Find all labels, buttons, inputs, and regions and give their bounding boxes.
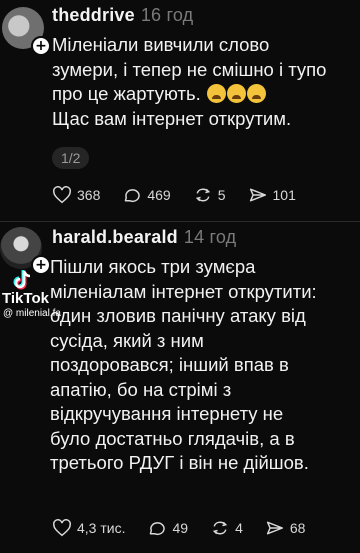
post-text-line: зумери, і тепер не смішно і тупо [52, 58, 327, 80]
tiktok-brand: TikTok [2, 290, 49, 307]
username[interactable]: harald.bearald 14 год [52, 227, 236, 248]
heart-icon [53, 186, 71, 204]
crying-face-emoji-icon [226, 84, 246, 103]
post-text-line: Міленіали вивчили слово [52, 34, 270, 55]
post-actions: 4,3 тис. 49 4 68 [52, 519, 305, 537]
post-text: Пішли якось три зумєра міленіалам інтерн… [50, 255, 346, 476]
post-time: 16 год [140, 5, 194, 25]
thread-post: + harald.bearald 14 год Пішли якось три з… [0, 222, 360, 553]
post-text-line: третього РДУГ і він не дійшов. [50, 452, 309, 473]
post-text-line: було достатньо глядачів, а в [50, 427, 295, 449]
thread-post: + theddrive 16 год Міленіали вивчили слов… [0, 0, 360, 222]
post-text-line: апатію, бо на стрімі з [50, 378, 232, 400]
tiktok-logo-icon [13, 270, 31, 290]
tiktok-handle: @ milenial.fa [3, 308, 61, 319]
follow-plus-icon[interactable]: + [31, 36, 51, 56]
repost-button[interactable]: 5 [193, 186, 226, 204]
username-text[interactable]: theddrive [52, 5, 135, 25]
share-button[interactable]: 68 [265, 519, 306, 537]
comment-count: 469 [147, 187, 171, 203]
heart-icon [53, 519, 71, 537]
repost-arrows-icon [212, 521, 228, 535]
like-button[interactable]: 4,3 тис. [52, 519, 125, 537]
repost-count: 4 [235, 520, 243, 536]
crying-face-emoji-icon [246, 84, 266, 103]
post-text-line: сусіда, який з ним [50, 329, 204, 351]
send-icon [266, 521, 283, 535]
comment-bubble-icon [125, 189, 141, 203]
share-count: 68 [289, 520, 306, 536]
username[interactable]: theddrive 16 год [52, 5, 193, 26]
username-text[interactable]: harald.bearald [52, 227, 178, 247]
page-indicator: 1/2 [52, 147, 90, 169]
post-text: Міленіали вивчили слово зумери, і тепер … [52, 33, 352, 131]
post-text-line: про це жартують. [52, 83, 201, 104]
like-count: 368 [77, 187, 101, 203]
share-count: 101 [272, 187, 296, 203]
post-text-line-with-emoji: про це жартують. [52, 82, 352, 107]
post-text-line: Пішли якось три зумєра [50, 256, 256, 277]
post-actions: 368 469 5 101 [52, 186, 296, 204]
repost-arrows-icon [195, 188, 210, 202]
comment-button[interactable]: 469 [122, 186, 171, 204]
share-button[interactable]: 101 [248, 186, 296, 204]
comment-button[interactable]: 49 [147, 519, 188, 537]
post-text-line: один зловив панічну атаку від [50, 305, 306, 326]
like-button[interactable]: 368 [52, 186, 100, 204]
post-text-line: міленіалам інтернет открутити: [50, 280, 317, 302]
comment-count: 49 [172, 520, 189, 536]
post-text-line: Щас вам інтернет открутим. [52, 107, 292, 129]
like-count: 4,3 тис. [77, 520, 126, 536]
crying-face-emoji-icon [206, 84, 226, 103]
post-text-line: відкручування інтернету не [50, 403, 284, 424]
comment-bubble-icon [150, 522, 166, 536]
post-text-line: поздоровався; інший впав в [50, 354, 289, 375]
post-time: 14 год [183, 227, 237, 247]
send-icon [249, 188, 266, 202]
follow-plus-icon[interactable]: + [31, 255, 51, 275]
repost-button[interactable]: 4 [210, 519, 243, 537]
repost-count: 5 [217, 187, 226, 203]
